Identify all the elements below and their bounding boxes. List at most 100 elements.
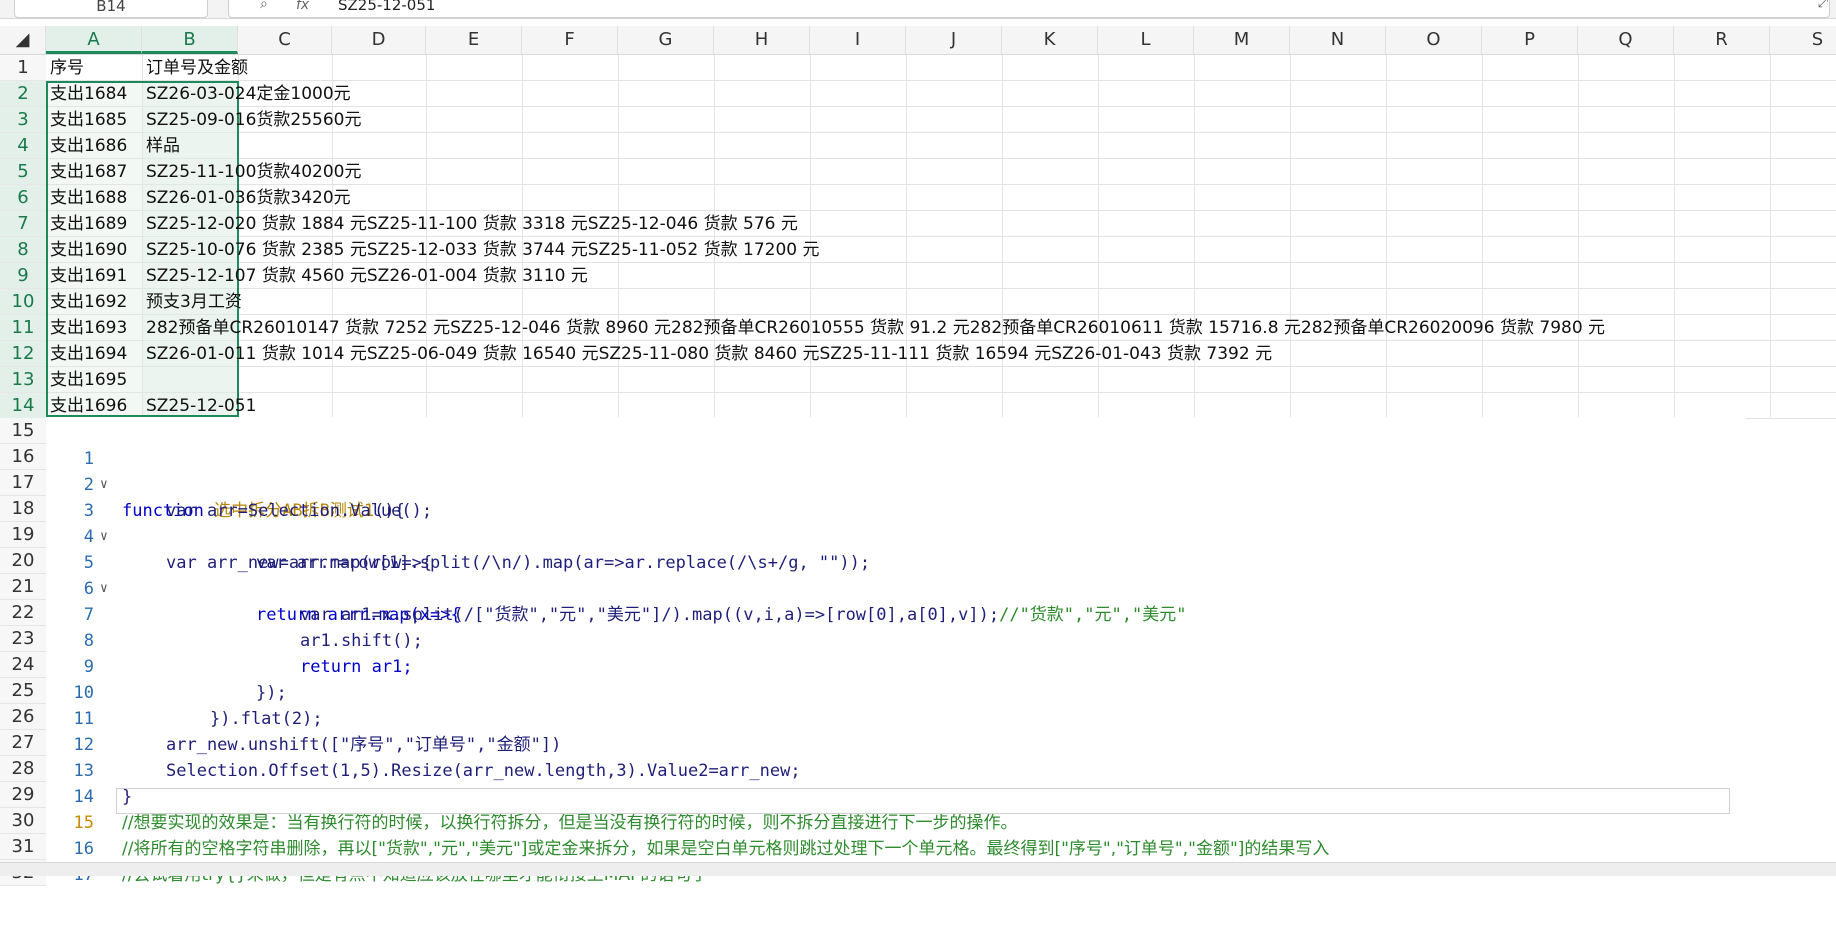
row-header-19[interactable]: 19 (0, 522, 46, 548)
cell-b12[interactable]: SZ26-01-011 货款 1014 元SZ25-06-049 货款 1654… (146, 341, 1272, 367)
name-box[interactable]: B14 (14, 0, 208, 18)
cell-a8[interactable]: 支出1690 (50, 237, 127, 263)
row-header-16[interactable]: 16 (0, 444, 46, 470)
row-header-21[interactable]: 21 (0, 574, 46, 600)
cell-b7[interactable]: SZ25-12-020 货款 1884 元SZ25-11-100 货款 3318… (146, 211, 798, 237)
column-header-c[interactable]: C (238, 26, 332, 54)
code-line-9[interactable]: 9 }); (46, 628, 1746, 703)
code-line-7[interactable]: 7 ar1.shift(); (46, 576, 1746, 651)
cell-b10[interactable]: 预支3月工资 (146, 289, 242, 315)
row-header-20[interactable]: 20 (0, 548, 46, 574)
row-header-11[interactable]: 11 (0, 315, 46, 341)
cell-a3[interactable]: 支出1685 (50, 107, 127, 133)
code-line-5[interactable]: 5 ∨ return arrr.map(x=>{ (46, 524, 1746, 625)
column-header-r[interactable]: R (1674, 26, 1770, 54)
row-header-13[interactable]: 13 (0, 367, 46, 393)
code-line-8[interactable]: 8 return ar1; (46, 602, 1746, 677)
code-line-10[interactable]: 10 }).flat(2); (46, 654, 1746, 729)
row-header-28[interactable]: 28 (0, 756, 46, 782)
column-header-a[interactable]: A (46, 26, 142, 54)
cell-a12[interactable]: 支出1694 (50, 341, 127, 367)
row-header-2[interactable]: 2 (0, 81, 46, 107)
column-header-m[interactable]: M (1194, 26, 1290, 54)
row-header-17[interactable]: 17 (0, 470, 46, 496)
cell-b9[interactable]: SZ25-12-107 货款 4560 元SZ26-01-004 货款 3110… (146, 263, 588, 289)
column-header-b[interactable]: B (142, 26, 238, 54)
cell-a11[interactable]: 支出1693 (50, 315, 127, 341)
cell-a9[interactable]: 支出1691 (50, 263, 127, 289)
code-line-6[interactable]: 6 var ar1=x.split(/["货款","元","美元"]/).map… (46, 550, 1746, 625)
cell-b4[interactable]: 样品 (146, 133, 180, 159)
row-header-9[interactable]: 9 (0, 263, 46, 289)
cell-a4[interactable]: 支出1686 (50, 133, 127, 159)
column-header-i[interactable]: I (810, 26, 906, 54)
column-header-q[interactable]: Q (1578, 26, 1674, 54)
formula-content[interactable]: SZ25-12-051 (338, 0, 435, 14)
column-header-s[interactable]: S (1770, 26, 1836, 54)
row-header-4[interactable]: 4 (0, 133, 46, 159)
row-header-14[interactable]: 14 (0, 393, 46, 419)
cell-a13[interactable]: 支出1695 (50, 367, 127, 393)
cell-b14[interactable]: SZ25-12-051 (146, 393, 256, 419)
row-header-1[interactable]: 1 (0, 55, 46, 81)
code-line-14[interactable]: 14 //想要实现的效果是：当有换行符的时候，以换行符拆分，但是当没有换行符的时… (46, 758, 1746, 833)
cell-a7[interactable]: 支出1689 (50, 211, 127, 237)
code-line-4[interactable]: 4 var arrr=row[1].split(/\n/).map(ar=>ar… (46, 498, 1746, 573)
cell-b1[interactable]: 订单号及金额 (146, 55, 248, 81)
row-header-3[interactable]: 3 (0, 107, 46, 133)
column-header-e[interactable]: E (426, 26, 522, 54)
code-line-2[interactable]: 2 var arr=Selection.Value(); (46, 446, 1746, 521)
cell-b2[interactable]: SZ26-03-024定金1000元 (146, 81, 351, 107)
row-header-15[interactable]: 15 (0, 418, 46, 444)
row-header-31[interactable]: 31 (0, 834, 46, 860)
cell-b11[interactable]: 282预备单CR26010147 货款 7252 元SZ25-12-046 货款… (146, 315, 1605, 341)
row-header-12[interactable]: 12 (0, 341, 46, 367)
row-header-10[interactable]: 10 (0, 289, 46, 315)
code-line-3[interactable]: 3 ∨ var arr_new=arr.map(row=>{ (46, 472, 1746, 573)
row-header-29[interactable]: 29 (0, 782, 46, 808)
cell-b6[interactable]: SZ26-01-036货款3420元 (146, 185, 351, 211)
cell-b3[interactable]: SZ25-09-016货款25560元 (146, 107, 362, 133)
row-header-8[interactable]: 8 (0, 237, 46, 263)
row-header-27[interactable]: 27 (0, 730, 46, 756)
row-header-7[interactable]: 7 (0, 211, 46, 237)
column-header-p[interactable]: P (1482, 26, 1578, 54)
code-line-12[interactable]: 12 Selection.Offset(1,5).Resize(arr_new.… (46, 706, 1746, 781)
row-header-18[interactable]: 18 (0, 496, 46, 522)
row-header-25[interactable]: 25 (0, 678, 46, 704)
row-header-26[interactable]: 26 (0, 704, 46, 730)
cell-a14[interactable]: 支出1696 (50, 393, 127, 419)
expand-icon[interactable]: ⤢ (1818, 0, 1828, 11)
column-header-o[interactable]: O (1386, 26, 1482, 54)
cell-a2[interactable]: 支出1684 (50, 81, 127, 107)
cell-a6[interactable]: 支出1688 (50, 185, 127, 211)
code-line-13[interactable]: 13 } (46, 732, 1746, 807)
cell-a10[interactable]: 支出1692 (50, 289, 127, 315)
cell-a5[interactable]: 支出1687 (50, 159, 127, 185)
row-header-22[interactable]: 22 (0, 600, 46, 626)
code-line-17[interactable]: 17 (46, 836, 1746, 885)
formula-input-box[interactable] (228, 0, 1830, 18)
row-header-5[interactable]: 5 (0, 159, 46, 185)
row-header-30[interactable]: 30 (0, 808, 46, 834)
column-header-n[interactable]: N (1290, 26, 1386, 54)
column-header-k[interactable]: K (1002, 26, 1098, 54)
row-header-6[interactable]: 6 (0, 185, 46, 211)
column-header-f[interactable]: F (522, 26, 618, 54)
column-header-h[interactable]: H (714, 26, 810, 54)
horizontal-scrollbar[interactable] (0, 862, 1836, 876)
code-line-11[interactable]: 11 arr_new.unshift(["序号","订单号","金额"]) (46, 680, 1746, 755)
column-header-g[interactable]: G (618, 26, 714, 54)
column-header-d[interactable]: D (332, 26, 426, 54)
code-line-1[interactable]: 1 ∨ function 选中拆分AB拆B测试1(){ (46, 420, 1746, 521)
row-header-24[interactable]: 24 (0, 652, 46, 678)
fx-icon[interactable]: fx (296, 0, 309, 13)
cell-a1[interactable]: 序号 (50, 55, 84, 81)
row-header-23[interactable]: 23 (0, 626, 46, 652)
column-header-j[interactable]: J (906, 26, 1002, 54)
column-header-l[interactable]: L (1098, 26, 1194, 54)
cell-b5[interactable]: SZ25-11-100货款40200元 (146, 159, 362, 185)
cell-b8[interactable]: SZ25-10-076 货款 2385 元SZ25-12-033 货款 3744… (146, 237, 820, 263)
search-icon[interactable]: ⌕ (260, 0, 268, 12)
select-all-corner[interactable]: ◢ (0, 26, 46, 54)
